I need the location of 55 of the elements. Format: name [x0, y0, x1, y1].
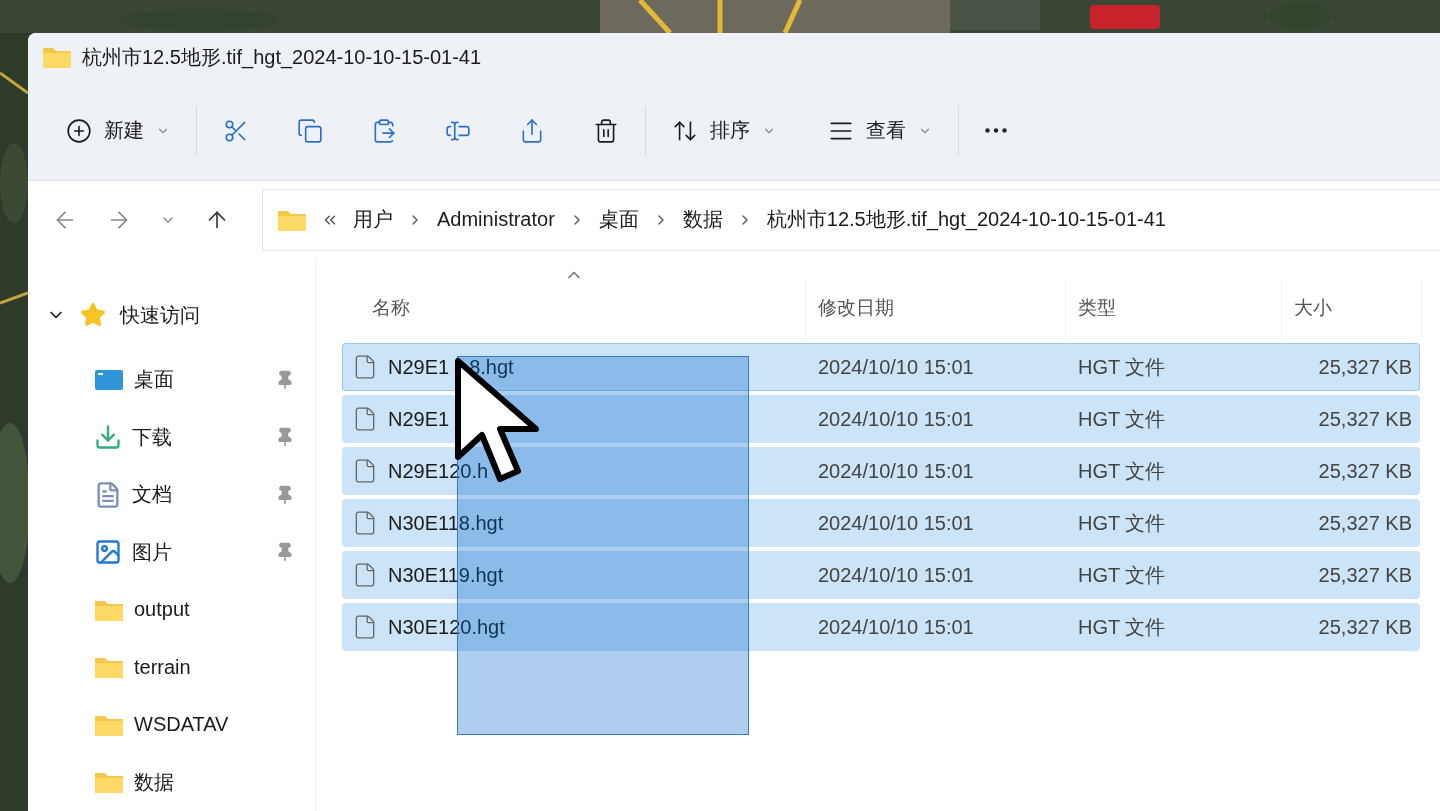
folder-icon — [42, 45, 72, 70]
plus-icon — [66, 117, 92, 144]
breadcrumb[interactable]: 杭州市12.5地形.tif_hgt_2024-10-10-15-01-41 — [766, 206, 1166, 234]
sidebar-item[interactable]: 文档 — [132, 481, 265, 509]
sidebar-item[interactable]: WSDATAV — [134, 713, 295, 737]
date-cell-text: 2024/10/10 15:01 — [817, 459, 975, 483]
sidebar-item[interactable]: 图片 — [132, 538, 265, 566]
quick-access-header[interactable]: 快速访问 — [28, 293, 315, 337]
window-title: 杭州市12.5地形.tif_hgt_2024-10-10-15-01-41 — [82, 44, 482, 71]
breadcrumb[interactable]: Administrator — [437, 208, 555, 232]
copy-icon — [297, 117, 323, 144]
date-cell-text: 2024/10/10 15:01 — [817, 355, 975, 379]
sidebar-item[interactable]: output — [134, 598, 295, 622]
date-cell-text: 2024/10/10 15:01 — [817, 511, 975, 535]
size-cell-text: 25,327 KB — [1317, 563, 1413, 587]
image-icon — [94, 538, 122, 567]
new-button[interactable]: 新建 — [52, 109, 184, 153]
file-name: N29E1 — [388, 355, 450, 379]
type-cell-text: HGT 文件 — [1077, 614, 1167, 640]
column-header[interactable]: 修改日期 — [818, 295, 894, 321]
view-button[interactable]: 查看 — [814, 109, 946, 153]
size-cell-text: 25,327 KB — [1317, 511, 1413, 535]
date-cell-text: 2024/10/10 15:01 — [817, 407, 975, 431]
sidebar-item[interactable]: terrain — [134, 655, 295, 679]
date-cell-text: 2024/10/10 15:01 — [817, 615, 975, 639]
size-cell-text: 25,327 KB — [1317, 355, 1413, 379]
sidebar-item[interactable]: 下载 — [132, 423, 265, 451]
date-cell-text: 2024/10/10 15:01 — [817, 563, 975, 587]
folder-icon — [94, 655, 124, 680]
size-cell-text: 25,327 KB — [1317, 615, 1413, 639]
download-icon — [94, 423, 122, 452]
more-icon — [985, 128, 1007, 134]
sidebar-item[interactable]: 数据 — [134, 768, 295, 796]
type-cell-text: HGT 文件 — [1077, 510, 1167, 536]
desktop-icon — [94, 367, 124, 392]
size-cell-text: 25,327 KB — [1317, 407, 1413, 431]
breadcrumb[interactable]: 数据 — [682, 206, 723, 234]
address-bar[interactable]: 用户 Administrator 桌面 数据 杭州市12.5地形.tif_hgt_2024-10-10-15-01-41 — [262, 188, 1440, 251]
column-header[interactable]: 类型 — [1078, 295, 1116, 321]
column-header[interactable]: 大小 — [1294, 295, 1332, 321]
size-cell-text: 25,327 KB — [1317, 459, 1413, 483]
breadcrumb[interactable]: 用户 — [353, 206, 393, 234]
sort-button[interactable]: 排序 — [658, 109, 790, 153]
trash-icon — [593, 117, 619, 144]
column-header[interactable]: 名称 — [372, 295, 410, 321]
type-cell-text: HGT 文件 — [1077, 458, 1167, 484]
type-cell-text: HGT 文件 — [1077, 354, 1167, 380]
file-row[interactable]: N29E1 2024/10/10 15:01 HGT 文件 25,327 KB — [342, 395, 1420, 443]
folder-icon — [94, 770, 124, 795]
file-name: N29E1 — [388, 407, 450, 431]
type-cell-text: HGT 文件 — [1077, 406, 1167, 432]
star-icon — [80, 302, 106, 328]
type-cell-text: HGT 文件 — [1077, 562, 1167, 588]
sidebar-item[interactable]: 桌面 — [134, 366, 265, 394]
breadcrumb[interactable]: 桌面 — [598, 206, 639, 234]
